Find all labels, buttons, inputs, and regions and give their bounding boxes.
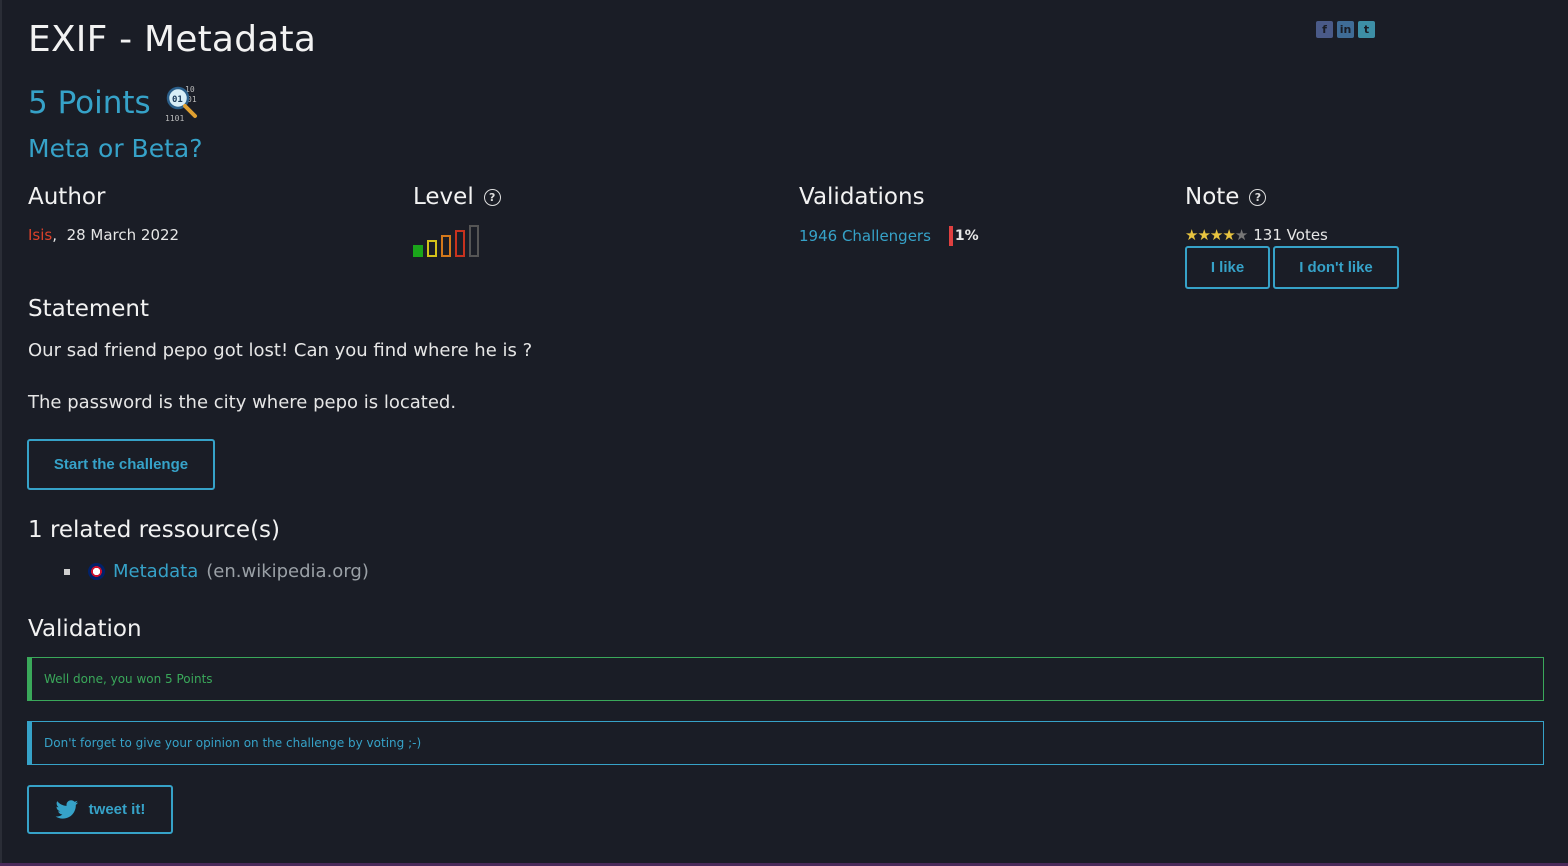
- dislike-button[interactable]: I don't like: [1273, 246, 1399, 289]
- level-bar: [427, 240, 437, 257]
- validations-heading: Validations: [799, 184, 925, 210]
- steganography-category-icon: 10 01 1101 01: [165, 85, 197, 123]
- votes-count: 131 Votes: [1253, 226, 1328, 244]
- resource-item: Metadata (en.wikipedia.org): [64, 561, 369, 582]
- author-heading-label: Author: [28, 184, 106, 210]
- challengers-link[interactable]: 1946 Challengers: [799, 227, 931, 245]
- list-bullet: [64, 568, 70, 575]
- rate-bar: [948, 226, 953, 246]
- level-bar: [441, 235, 451, 257]
- level-bar: [469, 225, 479, 257]
- success-alert: Well done, you won 5 Points: [27, 657, 1544, 701]
- statement-line-2: The password is the city where pepo is l…: [28, 392, 457, 413]
- rate-value: 1%: [954, 228, 979, 244]
- note-heading: Note ?: [1185, 184, 1267, 210]
- note-heading-label: Note: [1185, 184, 1240, 210]
- level-bar: [455, 230, 465, 257]
- validation-heading: Validation: [28, 616, 142, 642]
- svg-text:01: 01: [172, 95, 183, 105]
- rating-stars: ★★★★★: [1185, 226, 1248, 244]
- statement-heading: Statement: [28, 296, 150, 322]
- info-message: Don't forget to give your opinion on the…: [44, 736, 422, 750]
- star-icon: ★: [1185, 226, 1198, 244]
- statement-line-1: Our sad friend pepo got lost! Can you fi…: [28, 340, 533, 361]
- svg-text:1101: 1101: [165, 114, 184, 123]
- rating-info: ★★★★★ 131 Votes: [1185, 226, 1328, 244]
- validations-info: 1946 Challengers 1%: [799, 226, 979, 246]
- star-icon: ★: [1234, 226, 1248, 244]
- challenge-subtitle: Meta or Beta?: [28, 134, 203, 163]
- left-border: [0, 0, 2, 866]
- help-icon[interactable]: ?: [1249, 188, 1267, 206]
- uk-flag-icon: [88, 563, 105, 580]
- difficulty-level-indicator: [413, 225, 479, 257]
- tweet-button[interactable]: tweet it!: [27, 785, 173, 834]
- level-bar: [413, 245, 423, 257]
- share-buttons: f in t: [1316, 21, 1375, 38]
- author-heading: Author: [28, 184, 105, 210]
- author-link[interactable]: Isis: [28, 226, 52, 244]
- resource-domain: (en.wikipedia.org): [206, 561, 369, 582]
- page-title: EXIF - Metadata: [28, 19, 317, 60]
- points-heading: 5 Points 10 01 1101 01: [28, 83, 205, 123]
- publish-date: 28 March 2022: [66, 226, 180, 244]
- linkedin-share-icon[interactable]: in: [1337, 21, 1354, 38]
- success-message: Well done, you won 5 Points: [44, 672, 213, 686]
- star-icon: ★: [1209, 226, 1223, 244]
- resource-link[interactable]: Metadata: [113, 561, 198, 582]
- help-icon[interactable]: ?: [483, 188, 501, 206]
- like-button[interactable]: I like: [1185, 246, 1270, 289]
- info-alert: Don't forget to give your opinion on the…: [27, 721, 1544, 765]
- level-heading-label: Level: [413, 184, 474, 210]
- author-info: Isis, 28 March 2022: [28, 226, 179, 244]
- start-challenge-button[interactable]: Start the challenge: [27, 439, 215, 490]
- twitter-share-icon[interactable]: t: [1358, 21, 1375, 38]
- tweet-label: tweet it!: [88, 801, 146, 818]
- resources-heading: 1 related ressource(s): [28, 517, 281, 543]
- author-separator: ,: [52, 226, 58, 244]
- validations-heading-label: Validations: [799, 184, 925, 210]
- points-value: 5 Points: [28, 85, 151, 121]
- facebook-share-icon[interactable]: f: [1316, 21, 1333, 38]
- validation-rate: 1%: [948, 226, 979, 246]
- star-icon: ★: [1222, 226, 1235, 244]
- star-icon: ★: [1197, 226, 1210, 244]
- level-heading: Level ?: [413, 184, 501, 210]
- twitter-bird-icon: [55, 799, 78, 819]
